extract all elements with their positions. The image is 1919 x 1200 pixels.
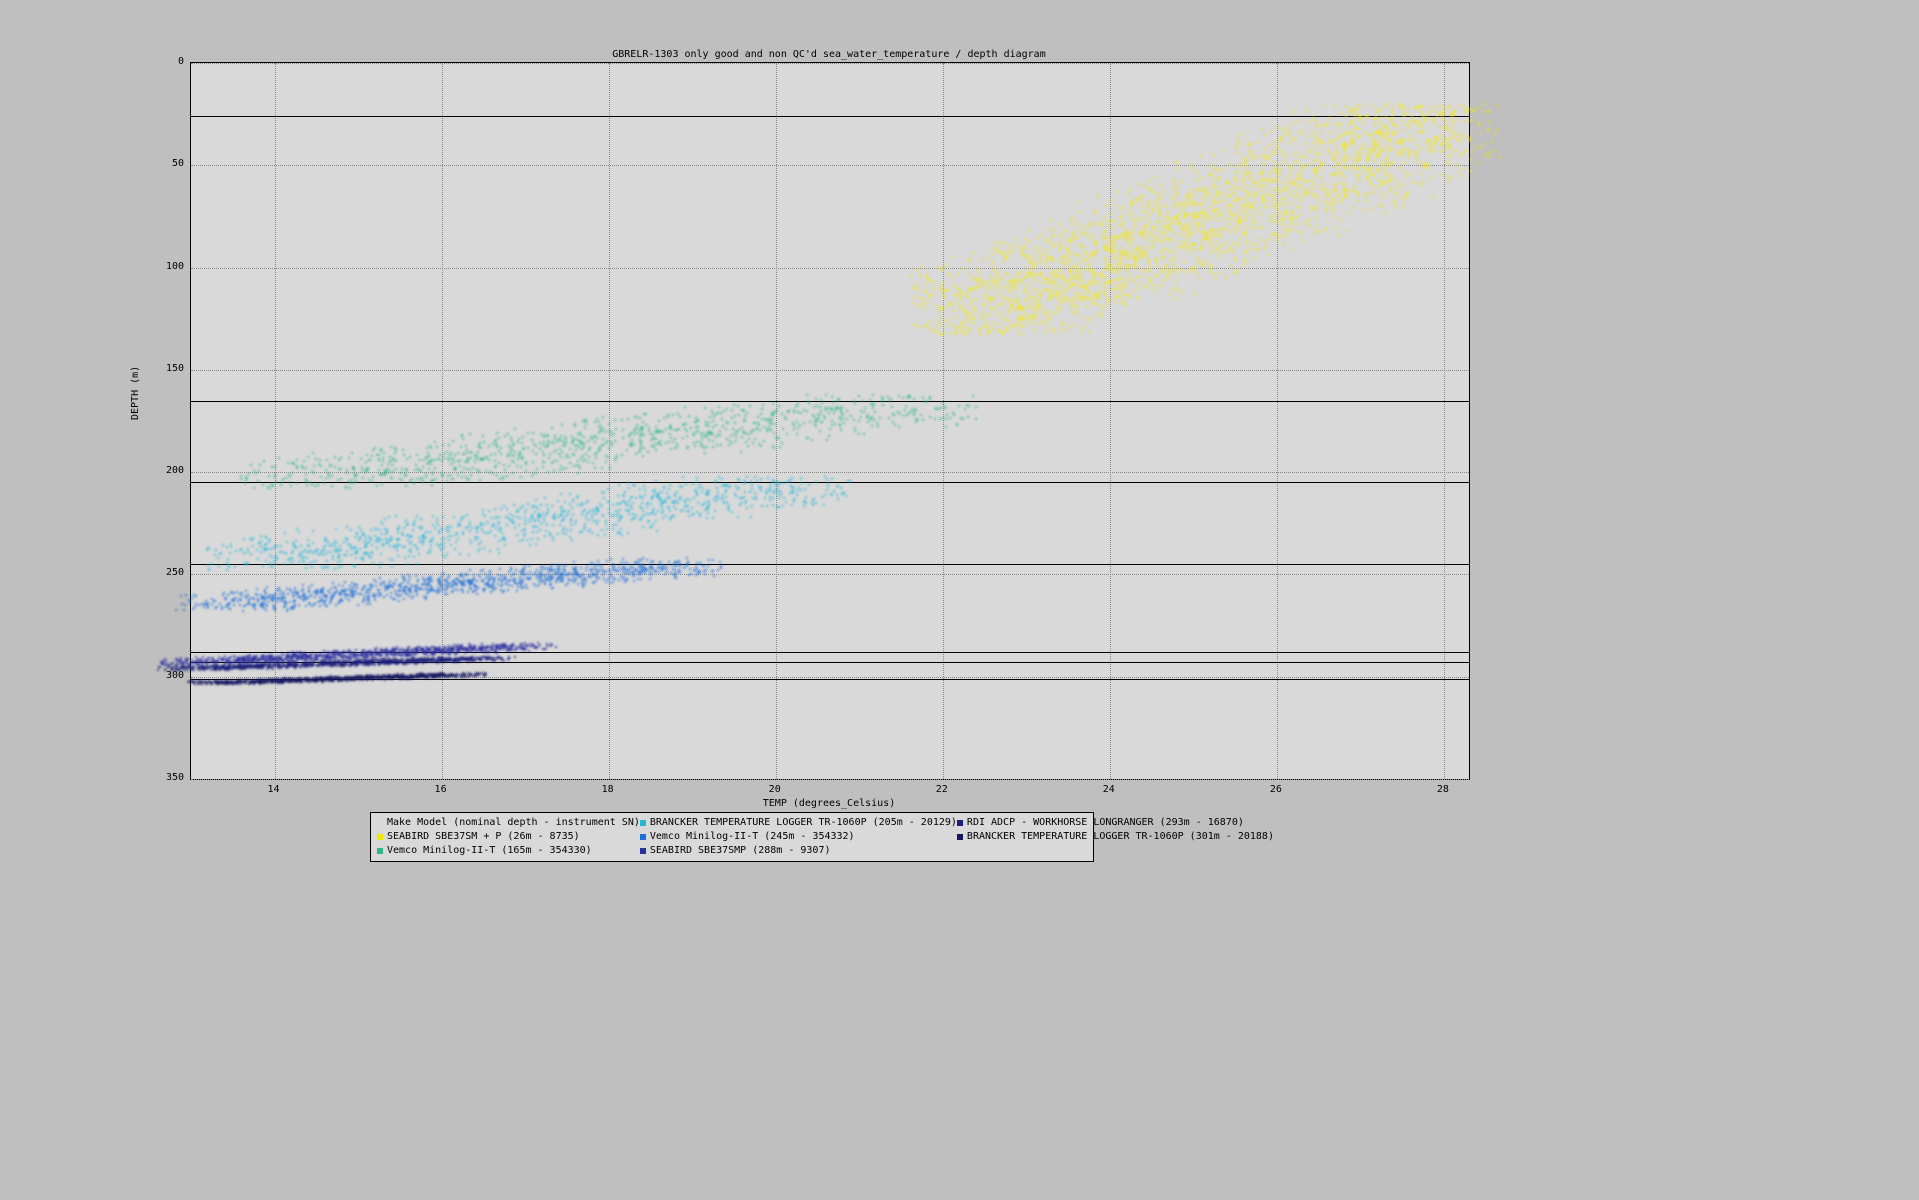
legend-item: BRANCKER TEMPERATURE LOGGER TR-1060P (20… xyxy=(640,816,957,830)
x-axis-label: TEMP (degrees_Celsius) xyxy=(190,798,1468,809)
y-axis-label: DEPTH (m) xyxy=(130,366,141,420)
plot-area xyxy=(190,62,1470,780)
y-tick: 250 xyxy=(144,567,184,578)
y-tick: 350 xyxy=(144,772,184,783)
x-tick: 20 xyxy=(755,784,795,795)
x-tick: 26 xyxy=(1256,784,1296,795)
y-tick: 150 xyxy=(144,363,184,374)
y-tick: 100 xyxy=(144,261,184,272)
x-tick: 22 xyxy=(922,784,962,795)
x-tick: 24 xyxy=(1089,784,1129,795)
y-tick: 50 xyxy=(144,158,184,169)
y-tick: 200 xyxy=(144,465,184,476)
legend: Make Model (nominal depth - instrument S… xyxy=(370,812,1094,862)
legend-item: SEABIRD SBE37SMP (288m - 9307) xyxy=(640,844,957,858)
y-tick: 0 xyxy=(144,56,184,67)
chart-title: GBRELR-1303 only good and non QC'd sea_w… xyxy=(190,49,1468,60)
legend-item: Vemco Minilog-II-T (165m - 354330) xyxy=(377,844,640,858)
legend-item: RDI ADCP - WORKHORSE LONGRANGER (293m - … xyxy=(957,816,1274,830)
y-tick: 300 xyxy=(144,670,184,681)
legend-item: BRANCKER TEMPERATURE LOGGER TR-1060P (30… xyxy=(957,830,1274,844)
legend-item: SEABIRD SBE37SM + P (26m - 8735) xyxy=(377,830,640,844)
x-tick: 18 xyxy=(588,784,628,795)
x-tick: 14 xyxy=(254,784,294,795)
x-tick: 16 xyxy=(421,784,461,795)
x-tick: 28 xyxy=(1423,784,1463,795)
legend-item: Vemco Minilog-II-T (245m - 354332) xyxy=(640,830,957,844)
